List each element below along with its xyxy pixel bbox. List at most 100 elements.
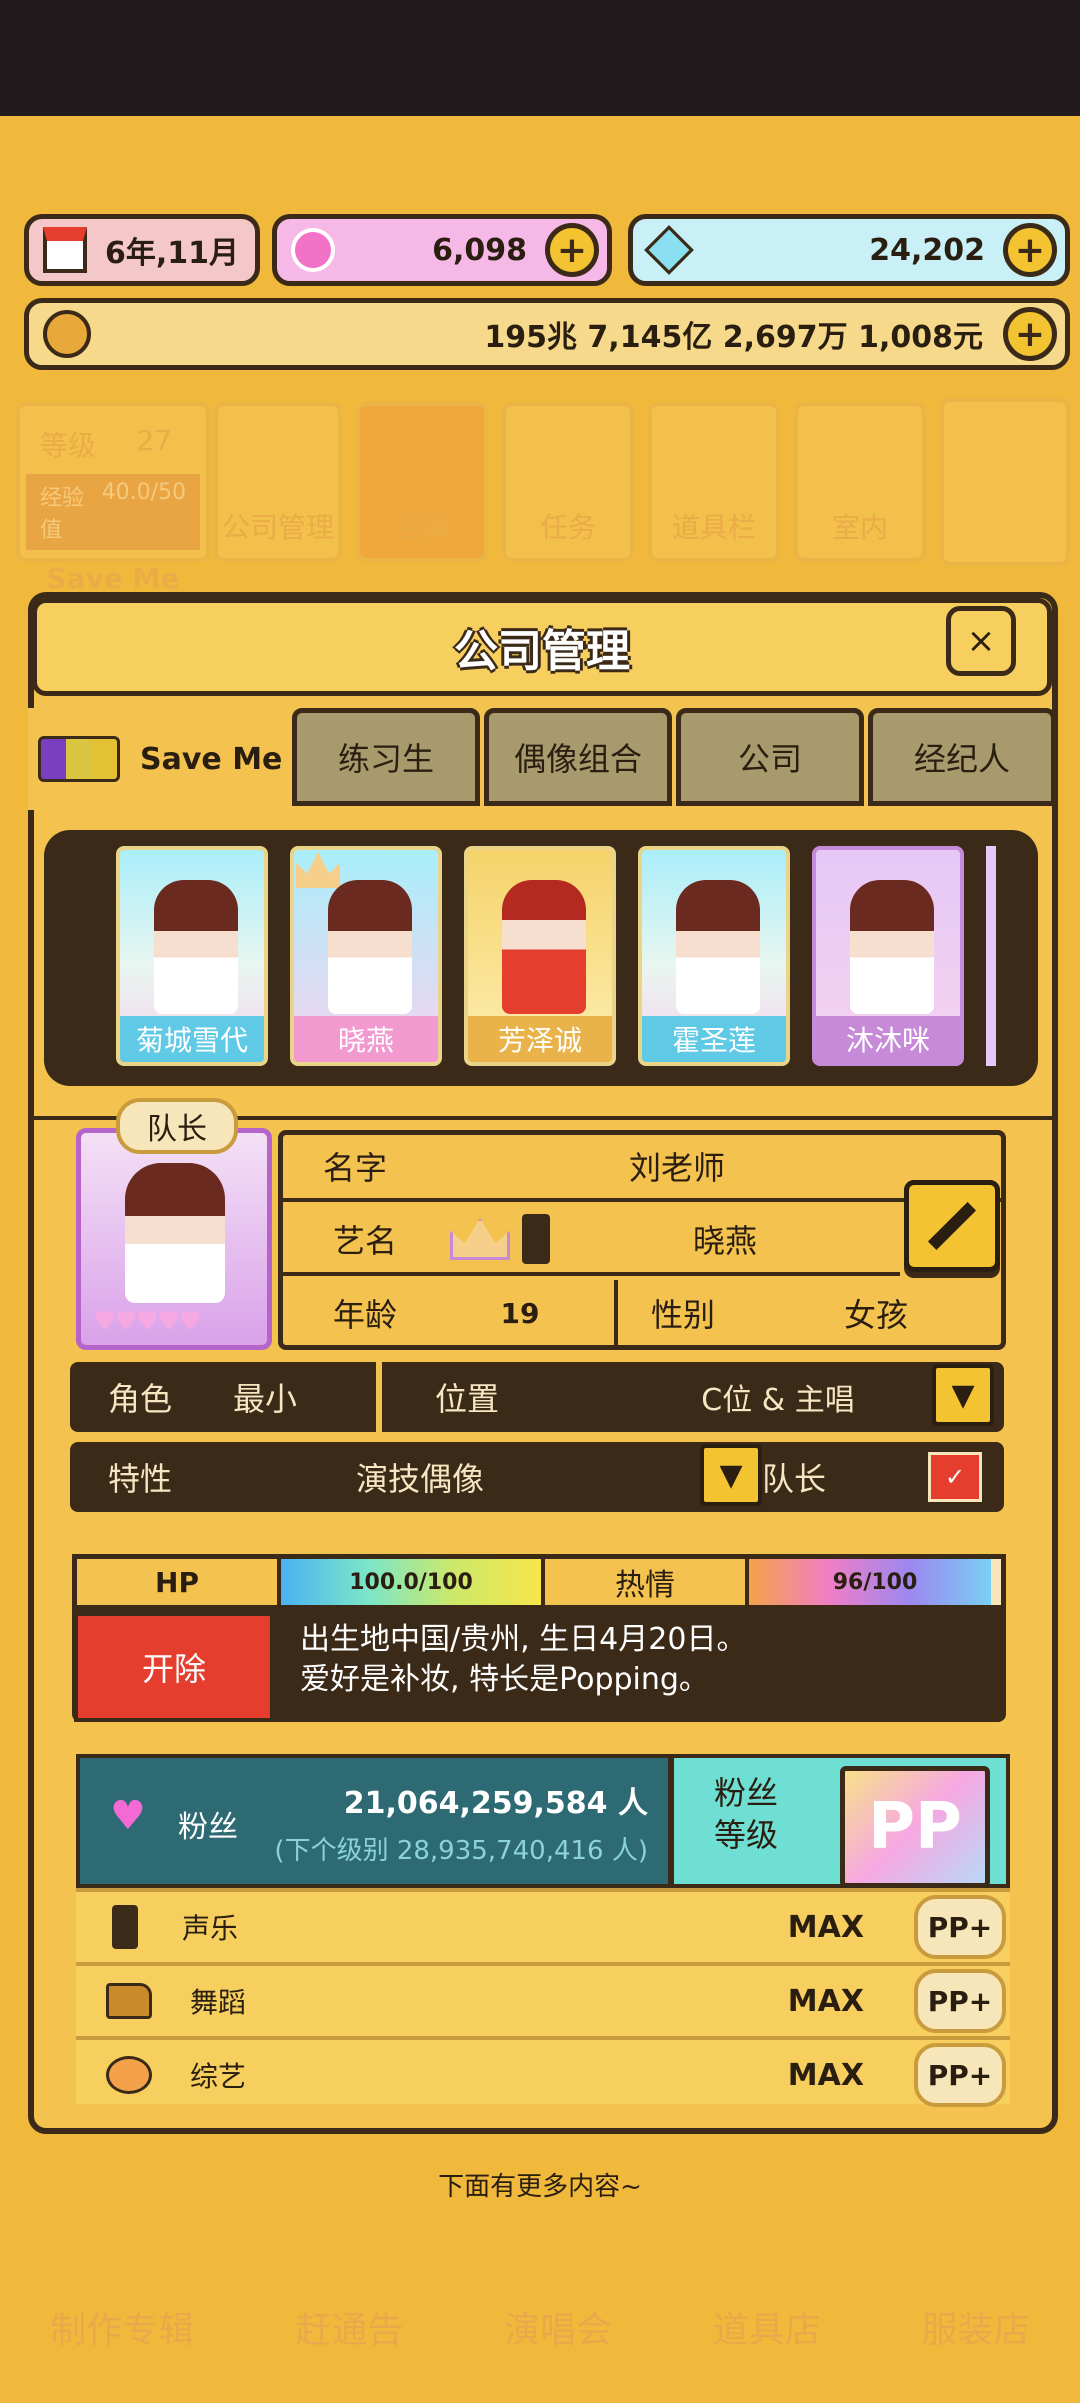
- bottom-menu-schedule: 赶通告: [295, 2310, 404, 2351]
- stage-name-label: 艺名: [332, 1222, 397, 1260]
- edit-name-button[interactable]: [904, 1180, 1000, 1272]
- pp-plus-button[interactable]: PP+: [914, 2043, 1006, 2107]
- exp-value: 40.0/50: [101, 480, 186, 505]
- menu-interior: 室内: [794, 402, 926, 562]
- position-dropdown-button[interactable]: ▼: [932, 1364, 994, 1426]
- stat-name: 舞蹈: [190, 1986, 247, 2019]
- envelope-icon: [106, 2056, 152, 2094]
- shoe-icon: [106, 1983, 152, 2019]
- name-row: 名字 刘老师: [280, 1134, 1004, 1202]
- tab-idol-groups[interactable]: 偶像组合: [484, 708, 672, 806]
- fans-next-level: (下个级别 28,935,740,416 人): [274, 1836, 648, 1866]
- hp-value: 100.0/100: [349, 1569, 473, 1595]
- menu-tasks-label: 任务: [539, 511, 596, 544]
- tab-company[interactable]: 公司: [676, 708, 864, 806]
- gem-value: 6,098: [432, 232, 527, 268]
- diamond-value: 24,202: [869, 232, 985, 268]
- microphone-icon: [112, 1905, 138, 1949]
- diamond-pill: 24,202 +: [628, 214, 1070, 286]
- crown-icon: [450, 1218, 510, 1260]
- stat-row-vocal: 声乐 MAX PP+: [76, 1888, 1010, 1962]
- tab-manager[interactable]: 经纪人: [868, 708, 1056, 806]
- fan-level-label: 粉丝 等级: [714, 1772, 778, 1856]
- tab-idol-groups-label: 偶像组合: [513, 740, 642, 778]
- name-value: 刘老师: [628, 1149, 725, 1187]
- calendar-icon: [43, 227, 87, 273]
- menu-company: 公司管理: [214, 402, 342, 562]
- bio-line-1: 出生地中国/贵州, 生日4月20日。: [300, 1622, 747, 1657]
- tab-trainees[interactable]: 练习生: [292, 708, 480, 806]
- trait-value: 演技偶像: [355, 1460, 484, 1498]
- idol-portrait-sprite: [125, 1163, 225, 1303]
- fan-level-pp-icon: PP: [840, 1766, 990, 1888]
- trait-label: 特性: [107, 1460, 172, 1498]
- hp-passion-row: HP 100.0/100 热情 96/100: [72, 1554, 1006, 1610]
- member-card[interactable]: 霍圣莲: [638, 846, 790, 1066]
- trait-dropdown-button[interactable]: ▼: [700, 1444, 762, 1506]
- passion-value: 96/100: [832, 1569, 918, 1595]
- bottom-menu-concert: 演唱会: [503, 2310, 612, 2351]
- member-card[interactable]: 沐沐咪: [812, 846, 964, 1066]
- idol-sprite: [154, 880, 238, 1014]
- dialog-title: 公司管理: [454, 626, 630, 677]
- pencil-icon: [927, 1201, 977, 1251]
- system-status-bar: [0, 0, 1080, 116]
- hp-bar: 100.0/100: [281, 1559, 545, 1605]
- hp-label: HP: [77, 1559, 281, 1605]
- more-content-hint: 下面有更多内容~: [438, 2172, 642, 2202]
- leader-checkbox[interactable]: ✓: [928, 1452, 982, 1502]
- money-value: 195兆 7,145亿 2,697万 1,008元: [484, 320, 983, 355]
- tab-save-me[interactable]: Save Me: [28, 708, 284, 810]
- fans-count: 21,064,259,584 人: [343, 1786, 648, 1821]
- bottom-menu-clothes-shop: 服装店: [921, 2310, 1030, 2351]
- level-value: 27: [136, 424, 172, 457]
- member-name: 菊城雪代: [120, 1016, 264, 1062]
- stat-value: MAX: [787, 1909, 864, 1945]
- close-button[interactable]: ×: [946, 606, 1016, 676]
- menu-tasks: 任务: [502, 402, 634, 562]
- microphone-icon: [522, 1214, 550, 1264]
- group-name-faded: Save Me: [46, 562, 180, 595]
- hearts-icon: ♥♥♥♥♥: [93, 1307, 202, 1337]
- add-gems-button[interactable]: +: [545, 223, 599, 277]
- stage-name-row: 艺名 晓燕: [280, 1206, 900, 1276]
- age-label: 年龄: [332, 1296, 397, 1334]
- fans-panel: ♥ 粉丝 21,064,259,584 人 (下个级别 28,935,740,4…: [76, 1754, 1010, 1888]
- menu-interior-label: 室内: [831, 511, 888, 544]
- tab-company-label: 公司: [737, 740, 802, 778]
- gem-pill: 6,098 +: [272, 214, 612, 286]
- tab-manager-label: 经纪人: [913, 740, 1010, 778]
- idol-sprite: [676, 880, 760, 1014]
- add-money-button[interactable]: +: [1003, 307, 1057, 361]
- date-value: 6年,11月: [104, 236, 239, 271]
- menu-recruit: 招募: [356, 402, 488, 562]
- menu-inventory: 道具栏: [648, 402, 780, 562]
- exp-label: 经验值: [40, 486, 85, 543]
- pp-plus-button[interactable]: PP+: [914, 1895, 1006, 1959]
- member-card[interactable]: 芳泽诚: [464, 846, 616, 1066]
- member-card-partial: [986, 846, 996, 1066]
- member-card[interactable]: 菊城雪代: [116, 846, 268, 1066]
- pp-plus-button[interactable]: PP+: [914, 1969, 1006, 2033]
- idol-sprite: [850, 880, 934, 1014]
- check-icon: ✓: [944, 1463, 966, 1491]
- stat-value: MAX: [787, 1983, 864, 2019]
- bio-line-2: 爱好是补妆, 特长是Popping。: [300, 1662, 709, 1697]
- trait-leader-row: 特性 演技偶像 队长: [70, 1442, 1004, 1512]
- dialog-title-bar: 公司管理: [32, 598, 1052, 696]
- fans-count-box: ♥ 粉丝 21,064,259,584 人 (下个级别 28,935,740,4…: [80, 1758, 668, 1884]
- bottom-menu-album: 制作专辑: [50, 2310, 195, 2351]
- add-diamonds-button[interactable]: +: [1003, 223, 1057, 277]
- idol-portrait: ♥♥♥♥♥: [76, 1128, 272, 1350]
- idol-sprite: [328, 880, 412, 1014]
- level-label: 等级: [40, 429, 97, 462]
- fire-button[interactable]: 开除: [74, 1612, 274, 1722]
- member-card-selected[interactable]: 晓燕: [290, 846, 442, 1066]
- gender-value: 女孩: [843, 1296, 908, 1334]
- stat-value: MAX: [787, 2057, 864, 2093]
- fan-level-box: 粉丝 等级 PP: [674, 1758, 1006, 1888]
- role-position-row: 角色 最小 位置 C位 & 主唱: [70, 1362, 1004, 1432]
- date-pill: 6年,11月: [24, 214, 260, 286]
- coin-icon: [43, 310, 91, 358]
- leader-badge: 队长: [116, 1098, 238, 1154]
